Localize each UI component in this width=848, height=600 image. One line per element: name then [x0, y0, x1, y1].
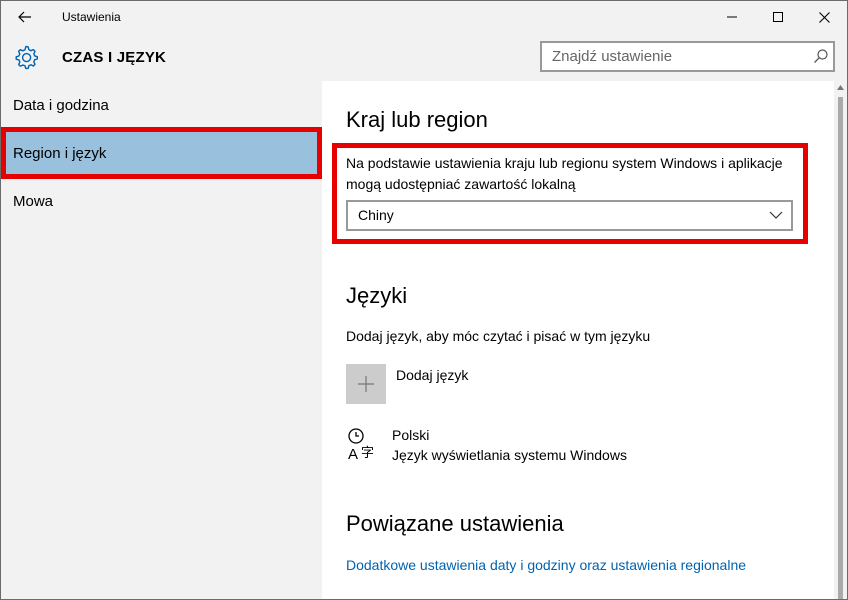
gear-icon [15, 45, 38, 70]
sidebar-item-date-time[interactable]: Data i godzina [1, 81, 322, 129]
plus-icon [358, 376, 374, 392]
language-subtitle: Język wyświetlania systemu Windows [392, 447, 627, 463]
back-arrow-icon [18, 11, 31, 23]
sidebar-item-speech[interactable]: Mowa [1, 177, 322, 225]
scroll-up-button[interactable] [834, 81, 847, 94]
search-input[interactable] [542, 43, 804, 70]
title-bar: Ustawienia [1, 1, 847, 33]
page-title: CZAS I JĘZYK [62, 49, 167, 66]
sidebar-item-region-language[interactable]: Region i język [1, 129, 322, 177]
sidebar-item-label: Region i język [13, 144, 107, 162]
main-content: Kraj lub region Na podstawie ustawienia … [322, 81, 834, 599]
scrollbar[interactable] [834, 81, 847, 599]
window-title: Ustawienia [62, 10, 121, 24]
maximize-icon [773, 12, 783, 22]
settings-window: Ustawienia CZAS I JĘZYK Znajdź ustawieni… [0, 0, 848, 600]
add-language-label[interactable]: Dodaj język [396, 367, 468, 383]
dropdown-selected-value: Chiny [358, 207, 394, 223]
sidebar-item-label: Data i godzina [13, 96, 109, 114]
minimize-button[interactable] [709, 1, 755, 33]
country-region-dropdown[interactable]: Chiny [346, 200, 793, 231]
scroll-up-icon [837, 85, 844, 90]
sidebar: Data i godzina Region i język Mowa [1, 81, 322, 599]
section-heading-related: Powiązane ustawienia [346, 511, 564, 536]
close-icon [818, 11, 830, 23]
section-heading-languages: Języki [346, 283, 408, 308]
sidebar-item-label: Mowa [13, 192, 54, 210]
language-icon: A 字 [348, 428, 374, 461]
chevron-down-icon [769, 211, 783, 219]
page-header: CZAS I JĘZYK [1, 33, 847, 81]
related-settings-link[interactable]: Dodatkowe ustawienia daty i godziny oraz… [346, 557, 746, 573]
back-button[interactable] [1, 1, 49, 33]
svg-text:A: A [348, 446, 358, 461]
minimize-icon [727, 16, 737, 18]
scroll-thumb[interactable] [838, 97, 843, 599]
language-name[interactable]: Polski [392, 427, 429, 443]
close-button[interactable] [801, 1, 847, 33]
svg-text:字: 字 [361, 446, 374, 461]
add-language-button[interactable] [346, 364, 386, 404]
languages-description: Dodaj język, aby móc czytać i pisać w ty… [346, 328, 651, 344]
search-icon[interactable] [813, 48, 829, 64]
region-description: Na podstawie ustawienia kraju lub region… [346, 155, 783, 192]
search-box[interactable] [540, 41, 835, 72]
section-heading-region: Kraj lub region [346, 107, 488, 132]
maximize-button[interactable] [755, 1, 801, 33]
